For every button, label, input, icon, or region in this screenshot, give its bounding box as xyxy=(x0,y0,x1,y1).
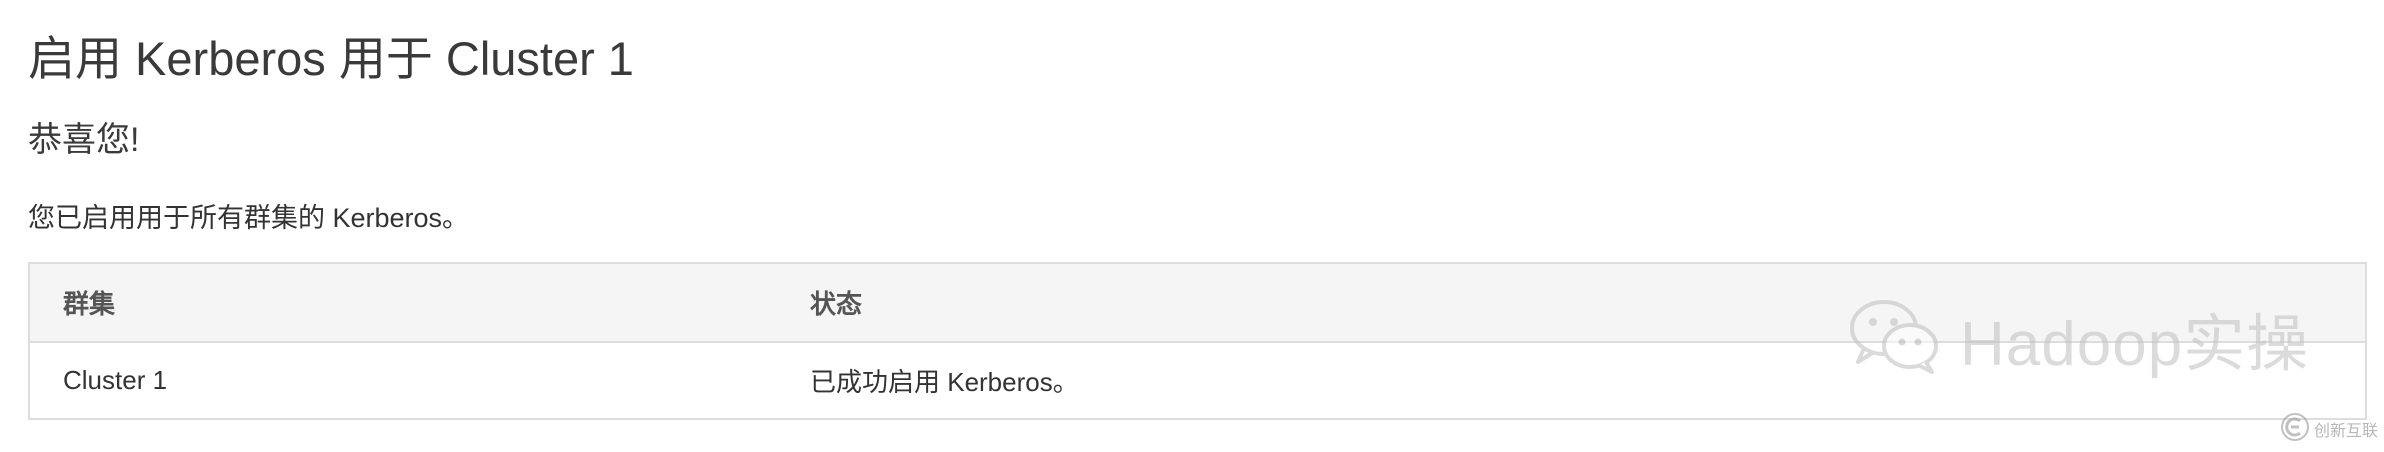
corner-logo: 创新互联 xyxy=(2280,412,2378,446)
column-header-status: 状态 xyxy=(777,264,2365,343)
corner-logo-text: 创新互联 xyxy=(2314,423,2379,440)
success-message: 您已启用用于所有群集的 Kerberos。 xyxy=(28,203,470,233)
congrats-heading: 恭喜您! xyxy=(28,121,140,159)
cell-cluster-name: Cluster 1 xyxy=(63,365,168,395)
column-header-cluster: 群集 xyxy=(30,264,777,343)
page-title: 启用 Kerberos 用于 Cluster 1 xyxy=(28,32,634,85)
cluster-status-table: 群集 状态 Cluster 1 已成功启用 Kerberos。 xyxy=(28,262,2367,420)
brand-logo-icon xyxy=(2280,412,2310,447)
cell-status: 已成功启用 Kerberos。 xyxy=(810,367,1079,397)
table-header-row: 群集 状态 xyxy=(30,264,2365,343)
table-row: Cluster 1 已成功启用 Kerberos。 xyxy=(30,342,2365,418)
